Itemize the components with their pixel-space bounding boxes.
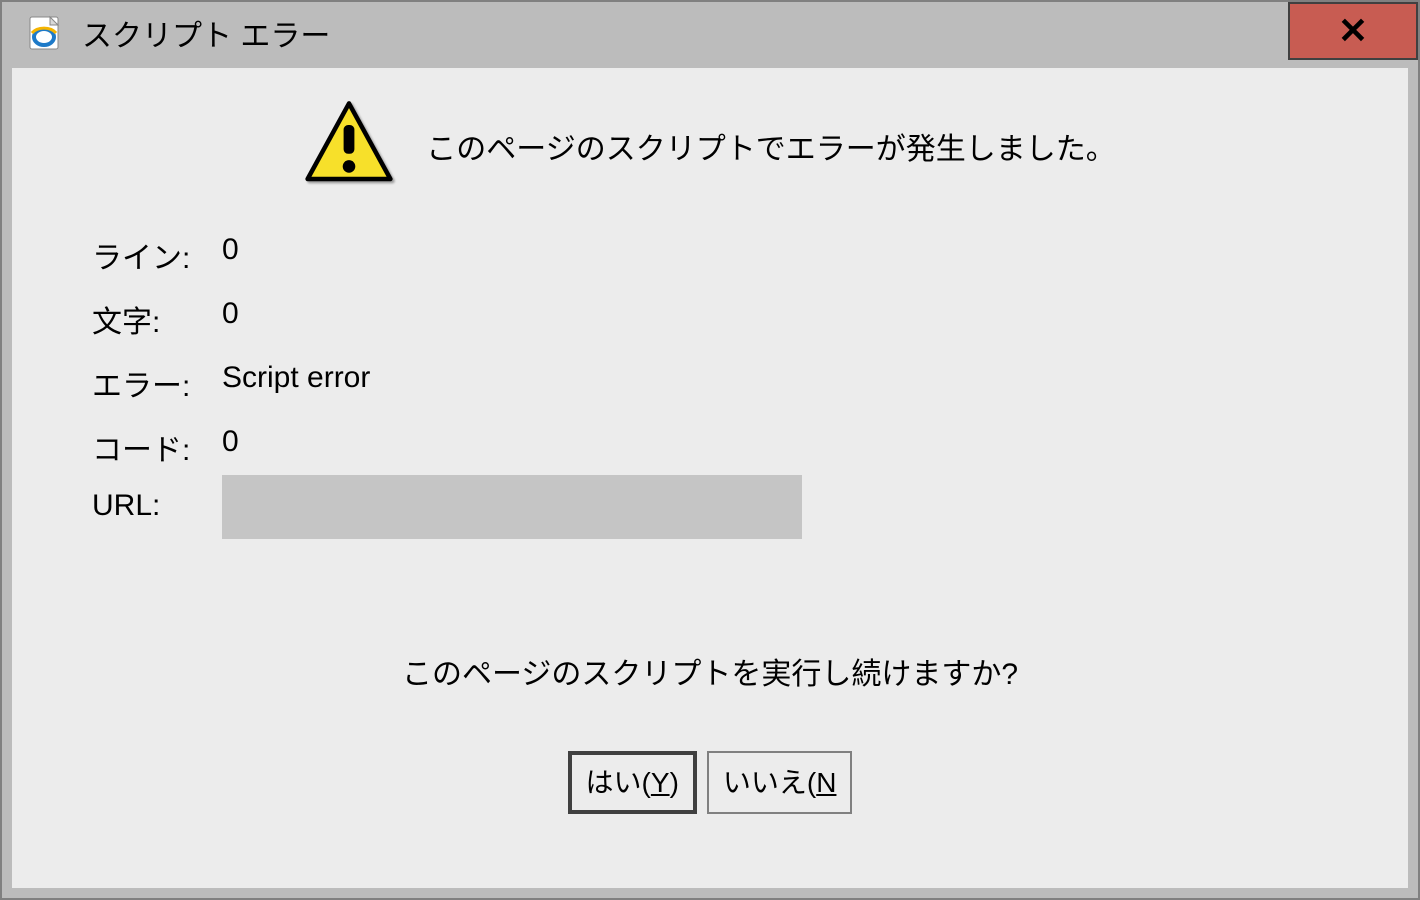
close-icon: ✕ <box>1338 13 1368 49</box>
char-label: 文字: <box>92 297 222 341</box>
titlebar: スクリプト エラー ✕ <box>2 2 1418 64</box>
line-row: ライン: 0 <box>92 233 1408 277</box>
no-button[interactable]: いいえ(N <box>707 751 853 814</box>
ie-page-icon <box>26 15 62 51</box>
line-value: 0 <box>222 233 239 267</box>
no-button-accel: N <box>816 767 836 798</box>
error-label: エラー: <box>92 361 222 405</box>
script-error-dialog: スクリプト エラー ✕ このページのスクリプトでエラーが発生しました。 ライン:… <box>0 0 1420 900</box>
yes-button-accel: Y <box>651 767 670 798</box>
continue-question: このページのスクリプトを実行し続けますか? <box>12 649 1408 693</box>
code-label: コード: <box>92 425 222 469</box>
code-row: コード: 0 <box>92 425 1408 469</box>
code-value: 0 <box>222 425 239 459</box>
line-label: ライン: <box>92 233 222 277</box>
url-row: URL: <box>92 489 1408 539</box>
no-button-pre: いいえ( <box>723 767 816 798</box>
close-button[interactable]: ✕ <box>1288 2 1418 60</box>
button-row: はい(Y) いいえ(N <box>12 751 1408 814</box>
char-value: 0 <box>222 297 239 331</box>
yes-button-post: ) <box>670 767 679 798</box>
error-header: このページのスクリプトでエラーが発生しました。 <box>12 98 1408 193</box>
dialog-body: このページのスクリプトでエラーが発生しました。 ライン: 0 文字: 0 エラー… <box>12 68 1408 888</box>
error-value: Script error <box>222 361 370 395</box>
yes-button-pre: はい( <box>586 767 651 798</box>
yes-button[interactable]: はい(Y) <box>568 751 697 814</box>
error-message: このページのスクリプトでエラーが発生しました。 <box>426 124 1115 168</box>
char-row: 文字: 0 <box>92 297 1408 341</box>
warning-icon <box>304 98 394 193</box>
url-label: URL: <box>92 489 222 523</box>
error-details: ライン: 0 文字: 0 エラー: Script error コード: 0 UR… <box>92 233 1408 539</box>
dialog-title: スクリプト エラー <box>82 11 330 55</box>
url-value-box <box>222 475 802 539</box>
error-row: エラー: Script error <box>92 361 1408 405</box>
